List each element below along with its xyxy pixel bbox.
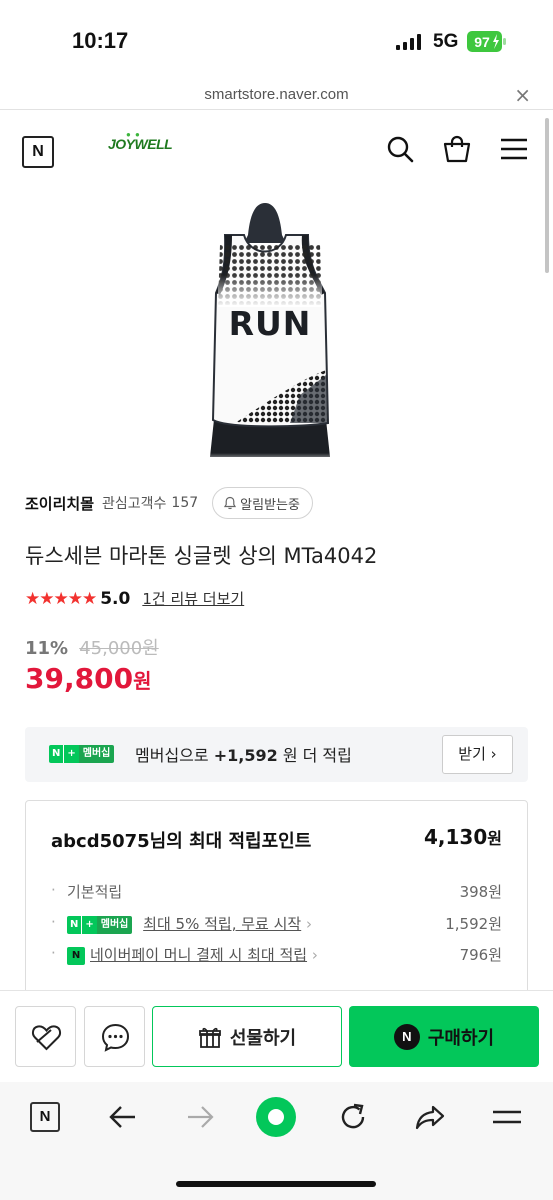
- logo-dots-icon: ● ●: [126, 130, 141, 139]
- product-image[interactable]: RUN: [140, 195, 390, 465]
- rating-row: ★★★★★ 5.0 1건 리뷰 더보기: [25, 588, 244, 609]
- receive-button[interactable]: 받기 ›: [442, 735, 513, 774]
- gift-label: 선물하기: [229, 1027, 297, 1049]
- signal-icon: [396, 34, 421, 50]
- review-link[interactable]: 1건 리뷰 더보기: [142, 588, 244, 609]
- gift-button[interactable]: 선물하기: [152, 1006, 342, 1067]
- status-bar: 10:17 5G 97: [0, 0, 553, 80]
- points-row-membership[interactable]: · N + 멤버십 최대 5% 적립, 무료 시작 › 1,592원: [51, 913, 502, 935]
- badge-n: N: [67, 915, 82, 934]
- battery-icon: 97: [467, 31, 506, 52]
- alarm-label: 알림받는중: [240, 497, 300, 513]
- sale-price-unit: 원: [133, 669, 152, 693]
- green-home-button[interactable]: [256, 1097, 296, 1137]
- rating-stars: ★★★★★: [25, 588, 97, 609]
- sale-price: 39,800원: [25, 662, 151, 695]
- store-row: 조이리치몰 관심고객수 157 알림받는중: [25, 486, 313, 520]
- url-bar: smartstore.naver.com ×: [0, 80, 553, 110]
- points-row-value: 398원: [459, 883, 502, 901]
- naver-logo[interactable]: N: [22, 136, 54, 168]
- home-indicator[interactable]: [176, 1181, 376, 1187]
- points-row-basic: · 기본적립 398원: [51, 881, 502, 903]
- close-icon[interactable]: ×: [514, 83, 531, 107]
- badge-label: 멤버십: [96, 915, 133, 934]
- discount-rate: 11%: [25, 638, 69, 659]
- product-print-text: RUN: [229, 304, 312, 343]
- membership-badge-small: N + 멤버십: [67, 915, 133, 934]
- chat-icon: [101, 1023, 130, 1052]
- customers-label: 관심고객수: [102, 496, 167, 512]
- refresh-icon[interactable]: [336, 1100, 370, 1134]
- store-header: N ● ● JOYWELL: [0, 110, 553, 192]
- gift-icon: [198, 1027, 221, 1048]
- npay-icon: N: [67, 946, 85, 965]
- bullet: ·: [51, 881, 56, 899]
- talk-button[interactable]: [84, 1006, 145, 1067]
- cart-icon[interactable]: [442, 134, 472, 164]
- customers-count: 157: [171, 495, 199, 511]
- points-total-unit: 원: [487, 829, 502, 848]
- network-type: 5G: [433, 31, 459, 52]
- rating-score: 5.0: [100, 588, 131, 609]
- bullet: ·: [51, 944, 56, 962]
- membership-suffix: 원 더 적립: [282, 746, 352, 765]
- sale-price-value: 39,800: [25, 662, 134, 695]
- store-name[interactable]: 조이리치몰: [25, 493, 94, 514]
- badge-label: 멤버십: [78, 745, 115, 763]
- points-row-value: 1,592원: [445, 915, 502, 933]
- chevron-right-icon: ›: [301, 915, 312, 933]
- forward-icon[interactable]: [183, 1100, 217, 1134]
- points-row-npay[interactable]: · N 네이버페이 머니 결제 시 최대 적립 › 796원: [51, 944, 502, 966]
- search-icon[interactable]: [385, 134, 415, 164]
- points-row-label[interactable]: 최대 5% 적립, 무료 시작: [143, 915, 301, 933]
- product-title: 듀스세븐 마라톤 싱글렛 상의 MTa4042: [25, 544, 378, 568]
- points-total-value: 4,130: [424, 825, 488, 849]
- badge-plus: +: [63, 745, 79, 763]
- points-row-value: 796원: [459, 946, 502, 964]
- brand-logo[interactable]: ● ● JOYWELL: [108, 130, 173, 152]
- alarm-button[interactable]: 알림받는중: [212, 487, 313, 519]
- share-icon[interactable]: [413, 1100, 447, 1134]
- chevron-right-icon: ›: [307, 946, 318, 964]
- points-row-label[interactable]: 네이버페이 머니 결제 시 최대 적립: [90, 946, 307, 964]
- menu-icon[interactable]: [499, 134, 529, 164]
- membership-banner: N + 멤버십 멤버십으로 +1,592 원 더 적립 받기 ›: [25, 727, 528, 782]
- receive-label: 받기: [458, 745, 486, 763]
- wishlist-button[interactable]: [15, 1006, 76, 1067]
- heart-icon: [31, 1025, 62, 1051]
- purchase-bar: 선물하기 N 구매하기: [0, 990, 553, 1082]
- points-row-membership-content: N + 멤버십 최대 5% 적립, 무료 시작 ›: [67, 913, 312, 934]
- back-icon[interactable]: [106, 1100, 140, 1134]
- price-block: 11% 45,000원 39,800원: [25, 634, 159, 695]
- points-row-npay-content: N 네이버페이 머니 결제 시 최대 적립 ›: [67, 944, 318, 965]
- membership-points: +1,592: [213, 746, 278, 765]
- points-row-label: 기본적립: [67, 883, 123, 901]
- badge-n: N: [49, 745, 64, 763]
- bullet: ·: [51, 913, 56, 931]
- badge-plus: +: [81, 915, 97, 934]
- tabs-icon[interactable]: [490, 1100, 524, 1134]
- bell-icon: [224, 496, 237, 510]
- points-box: abcd5075님의 최대 적립포인트 4,130원 · 기본적립 398원 ·…: [25, 800, 528, 1000]
- buy-label: 구매하기: [427, 1027, 495, 1049]
- battery-level: 97: [474, 34, 490, 50]
- status-time: 10:17: [72, 28, 129, 53]
- membership-prefix: 멤버십으로: [135, 746, 209, 765]
- original-price: 45,000원: [79, 638, 159, 659]
- chevron-right-icon: ›: [485, 745, 497, 763]
- points-title: abcd5075님의 최대 적립포인트: [51, 831, 312, 852]
- points-total: 4,130원: [424, 825, 502, 849]
- naver-home-button[interactable]: N: [30, 1102, 60, 1132]
- membership-text: 멤버십으로 +1,592 원 더 적립: [135, 742, 352, 766]
- membership-badge: N + 멤버십: [49, 745, 115, 763]
- naver-pay-icon: N: [393, 1023, 420, 1050]
- url-text[interactable]: smartstore.naver.com: [0, 86, 553, 103]
- buy-button[interactable]: N 구매하기: [349, 1006, 539, 1067]
